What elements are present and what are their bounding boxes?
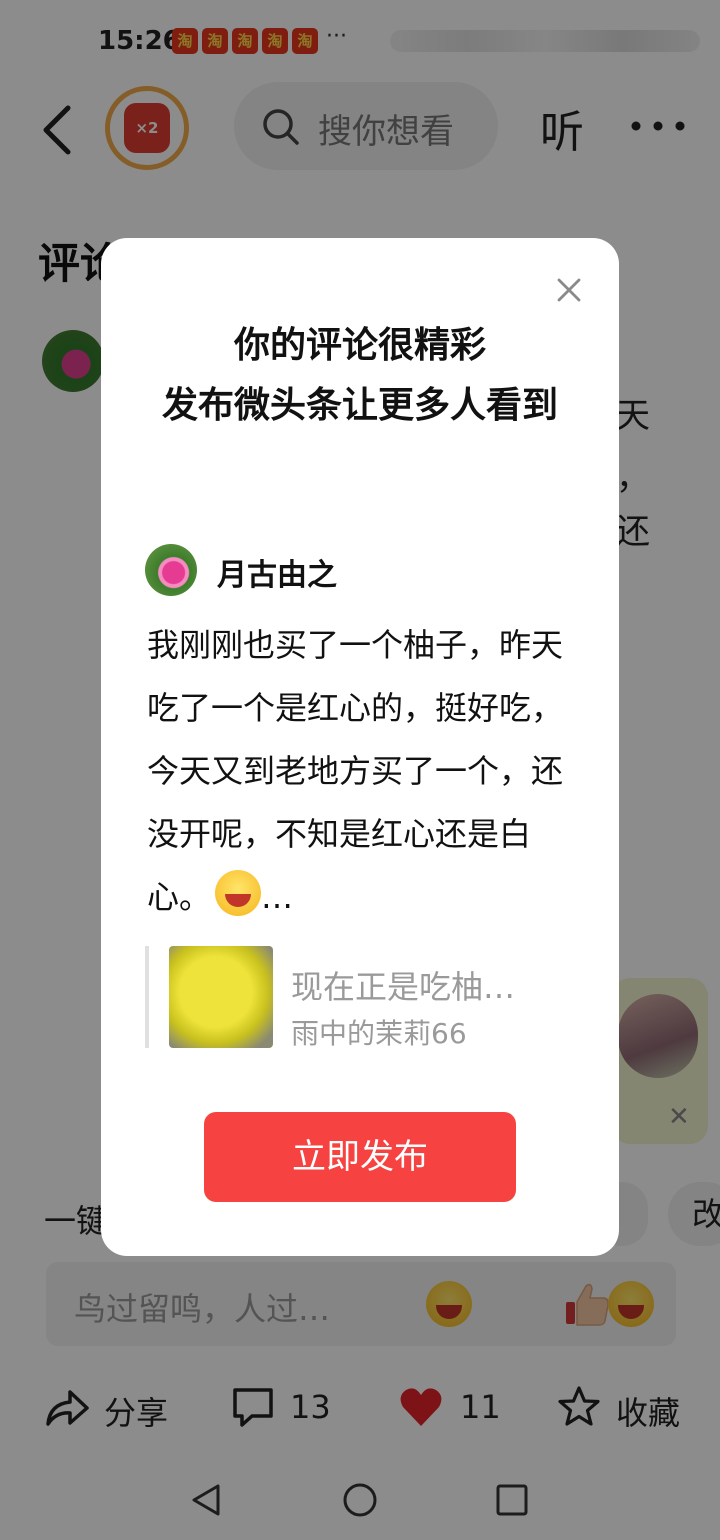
laughing-emoji-icon: [215, 870, 262, 916]
publish-now-button[interactable]: 立即发布: [204, 1112, 516, 1202]
author-name: 月古由之: [217, 558, 337, 593]
quote-title: 现在正是吃柚…: [291, 968, 516, 1006]
publish-dialog: 你的评论很精彩 发布微头条让更多人看到 月古由之 我刚刚也买了一个柚子，昨天吃了…: [101, 238, 619, 1256]
quote-divider: [145, 946, 149, 1048]
comment-preview-text: 我刚刚也买了一个柚子，昨天吃了一个是红心的，挺好吃，今天又到老地方买了一个，还没…: [147, 626, 564, 916]
author-avatar: [145, 544, 197, 596]
quote-source: 雨中的茉莉66: [291, 1017, 467, 1050]
close-icon[interactable]: [547, 268, 591, 312]
comment-ellipsis: …: [261, 878, 294, 916]
quote-thumbnail: [169, 946, 273, 1048]
comment-preview: 我刚刚也买了一个柚子，昨天吃了一个是红心的，挺好吃，今天又到老地方买了一个，还没…: [147, 614, 577, 929]
dialog-title: 你的评论很精彩 发布微头条让更多人看到: [161, 325, 558, 426]
